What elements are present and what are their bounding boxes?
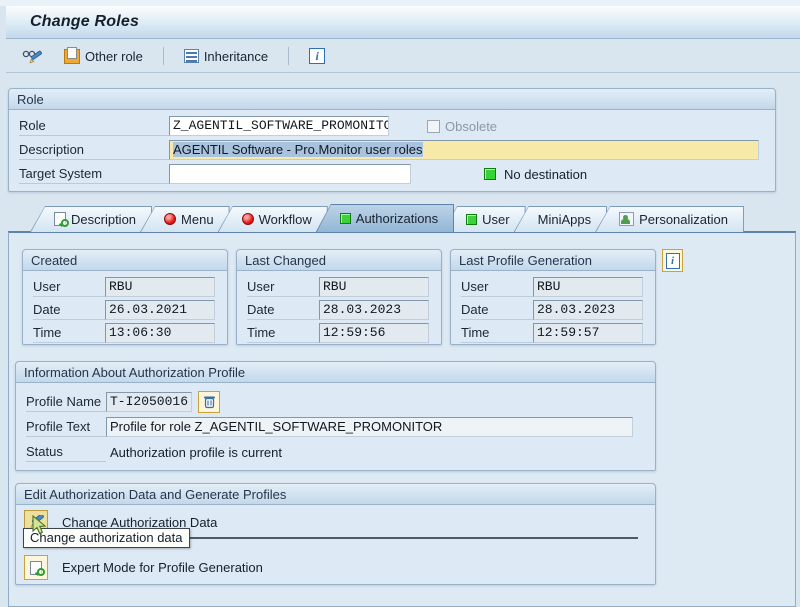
user-label: User	[247, 277, 319, 297]
tooltip-text: Change authorization data	[30, 530, 183, 545]
status-label: Status	[26, 442, 106, 462]
user-label: User	[461, 277, 533, 297]
title-bar: Change Roles	[6, 6, 800, 39]
display-change-button[interactable]	[16, 44, 50, 68]
profile-generation-info-button[interactable]: i	[662, 249, 683, 272]
profile-name-field[interactable]: T-I2050016	[106, 392, 192, 412]
tab-user[interactable]: User	[442, 206, 525, 232]
description-input[interactable]: AGENTIL Software - Pro.Monitor user role…	[169, 140, 759, 160]
last-changed-date-field: 28.03.2023	[319, 300, 429, 320]
tab-workflow[interactable]: Workflow	[218, 206, 328, 232]
created-box: Created User RBU Date 26.03.2021 Time 13…	[22, 249, 228, 345]
inheritance-icon	[184, 49, 199, 63]
no-destination-status-icon	[484, 168, 496, 180]
time-label: Time	[33, 323, 105, 343]
time-label: Time	[461, 323, 533, 343]
role-group-title: Role	[17, 92, 44, 107]
glasses-pencil-icon	[22, 48, 44, 64]
focus-corner	[169, 156, 174, 160]
inheritance-button[interactable]: Inheritance	[178, 44, 274, 68]
role-group-box: Role Role Z_AGENTIL_SOFTWARE_PROMONITOR …	[8, 88, 776, 192]
date-label: Date	[33, 300, 105, 320]
last-profile-generation-box-header: Last Profile Generation	[451, 250, 655, 271]
info-icon: i	[309, 48, 325, 64]
other-role-label: Other role	[85, 49, 143, 64]
inheritance-label: Inheritance	[204, 49, 268, 64]
created-user-field: RBU	[105, 277, 215, 297]
mouse-cursor	[31, 515, 47, 537]
authorization-profile-box: Information About Authorization Profile …	[15, 361, 656, 471]
trash-icon	[203, 395, 216, 409]
tab-miniapps[interactable]: MiniApps	[514, 206, 607, 232]
info-icon: i	[666, 253, 680, 269]
edit-authorization-header: Edit Authorization Data and Generate Pro…	[16, 484, 655, 505]
green-status-icon	[466, 214, 477, 225]
description-field-label: Description	[19, 140, 169, 160]
role-group-header: Role	[9, 89, 775, 110]
focus-corner	[755, 156, 759, 160]
tab-menu[interactable]: Menu	[140, 206, 230, 232]
obsolete-checkbox[interactable]	[427, 120, 440, 133]
document-magnifier-icon	[54, 212, 66, 226]
other-role-button[interactable]: Other role	[58, 44, 149, 68]
target-system-field-label: Target System	[19, 164, 169, 184]
tab-label: MiniApps	[538, 212, 591, 227]
page-title: Change Roles	[6, 13, 139, 31]
user-label: User	[33, 277, 105, 297]
date-label: Date	[247, 300, 319, 320]
last-gen-user-field: RBU	[533, 277, 643, 297]
document-magnifier-icon	[30, 561, 42, 575]
role-input[interactable]: Z_AGENTIL_SOFTWARE_PROMONITOR	[169, 116, 389, 136]
last-changed-box-header: Last Changed	[237, 250, 441, 271]
authorization-profile-header: Information About Authorization Profile	[16, 362, 655, 383]
toolbar-separator	[288, 47, 289, 65]
red-status-icon	[164, 213, 176, 225]
info-button[interactable]: i	[303, 44, 331, 68]
person-icon	[619, 212, 634, 226]
status-value: Authorization profile is current	[106, 445, 282, 460]
tab-description[interactable]: Description	[30, 206, 152, 232]
tab-label: Description	[71, 212, 136, 227]
authorizations-tab-panel: Created User RBU Date 26.03.2021 Time 13…	[8, 231, 796, 607]
tab-label: User	[482, 212, 509, 227]
tooltip: Change authorization data	[23, 528, 190, 548]
last-changed-box: Last Changed User RBU Date 28.03.2023 Ti…	[236, 249, 442, 345]
created-time-field: 13:06:30	[105, 323, 215, 343]
last-gen-date-field: 28.03.2023	[533, 300, 643, 320]
other-role-icon	[64, 49, 80, 64]
sap-window: Change Roles Other role Inheritance i	[0, 0, 800, 607]
last-changed-user-field: RBU	[319, 277, 429, 297]
application-toolbar: Other role Inheritance i	[6, 40, 800, 73]
tab-label: Personalization	[639, 212, 728, 227]
expert-mode-label: Expert Mode for Profile Generation	[62, 560, 263, 575]
tab-authorizations[interactable]: Authorizations	[316, 204, 454, 232]
focus-corner	[169, 140, 174, 144]
profile-text-label: Profile Text	[26, 417, 106, 437]
tab-label: Authorizations	[356, 211, 438, 226]
profile-name-label: Profile Name	[26, 392, 106, 412]
delete-profile-button[interactable]	[198, 391, 220, 413]
toolbar-separator	[163, 47, 164, 65]
created-box-header: Created	[23, 250, 227, 271]
profile-text-field[interactable]: Profile for role Z_AGENTIL_SOFTWARE_PROM…	[106, 417, 633, 437]
description-selected-text: AGENTIL Software - Pro.Monitor user role…	[173, 142, 423, 157]
red-status-icon	[242, 213, 254, 225]
time-label: Time	[247, 323, 319, 343]
green-status-icon	[340, 213, 351, 224]
expert-mode-button[interactable]	[24, 555, 48, 580]
tab-label: Menu	[181, 212, 214, 227]
last-gen-time-field: 12:59:57	[533, 323, 643, 343]
date-label: Date	[461, 300, 533, 320]
role-field-label: Role	[19, 116, 169, 136]
tab-strip: Description Menu Workflow Authorizations…	[8, 204, 796, 232]
no-destination-label: No destination	[504, 167, 587, 182]
tab-personalization[interactable]: Personalization	[595, 206, 744, 232]
target-system-input[interactable]	[169, 164, 411, 184]
obsolete-label: Obsolete	[445, 119, 497, 134]
tab-label: Workflow	[259, 212, 312, 227]
last-changed-time-field: 12:59:56	[319, 323, 429, 343]
created-date-field: 26.03.2021	[105, 300, 215, 320]
last-profile-generation-box: Last Profile Generation User RBU Date 28…	[450, 249, 656, 345]
focus-corner	[755, 140, 759, 144]
